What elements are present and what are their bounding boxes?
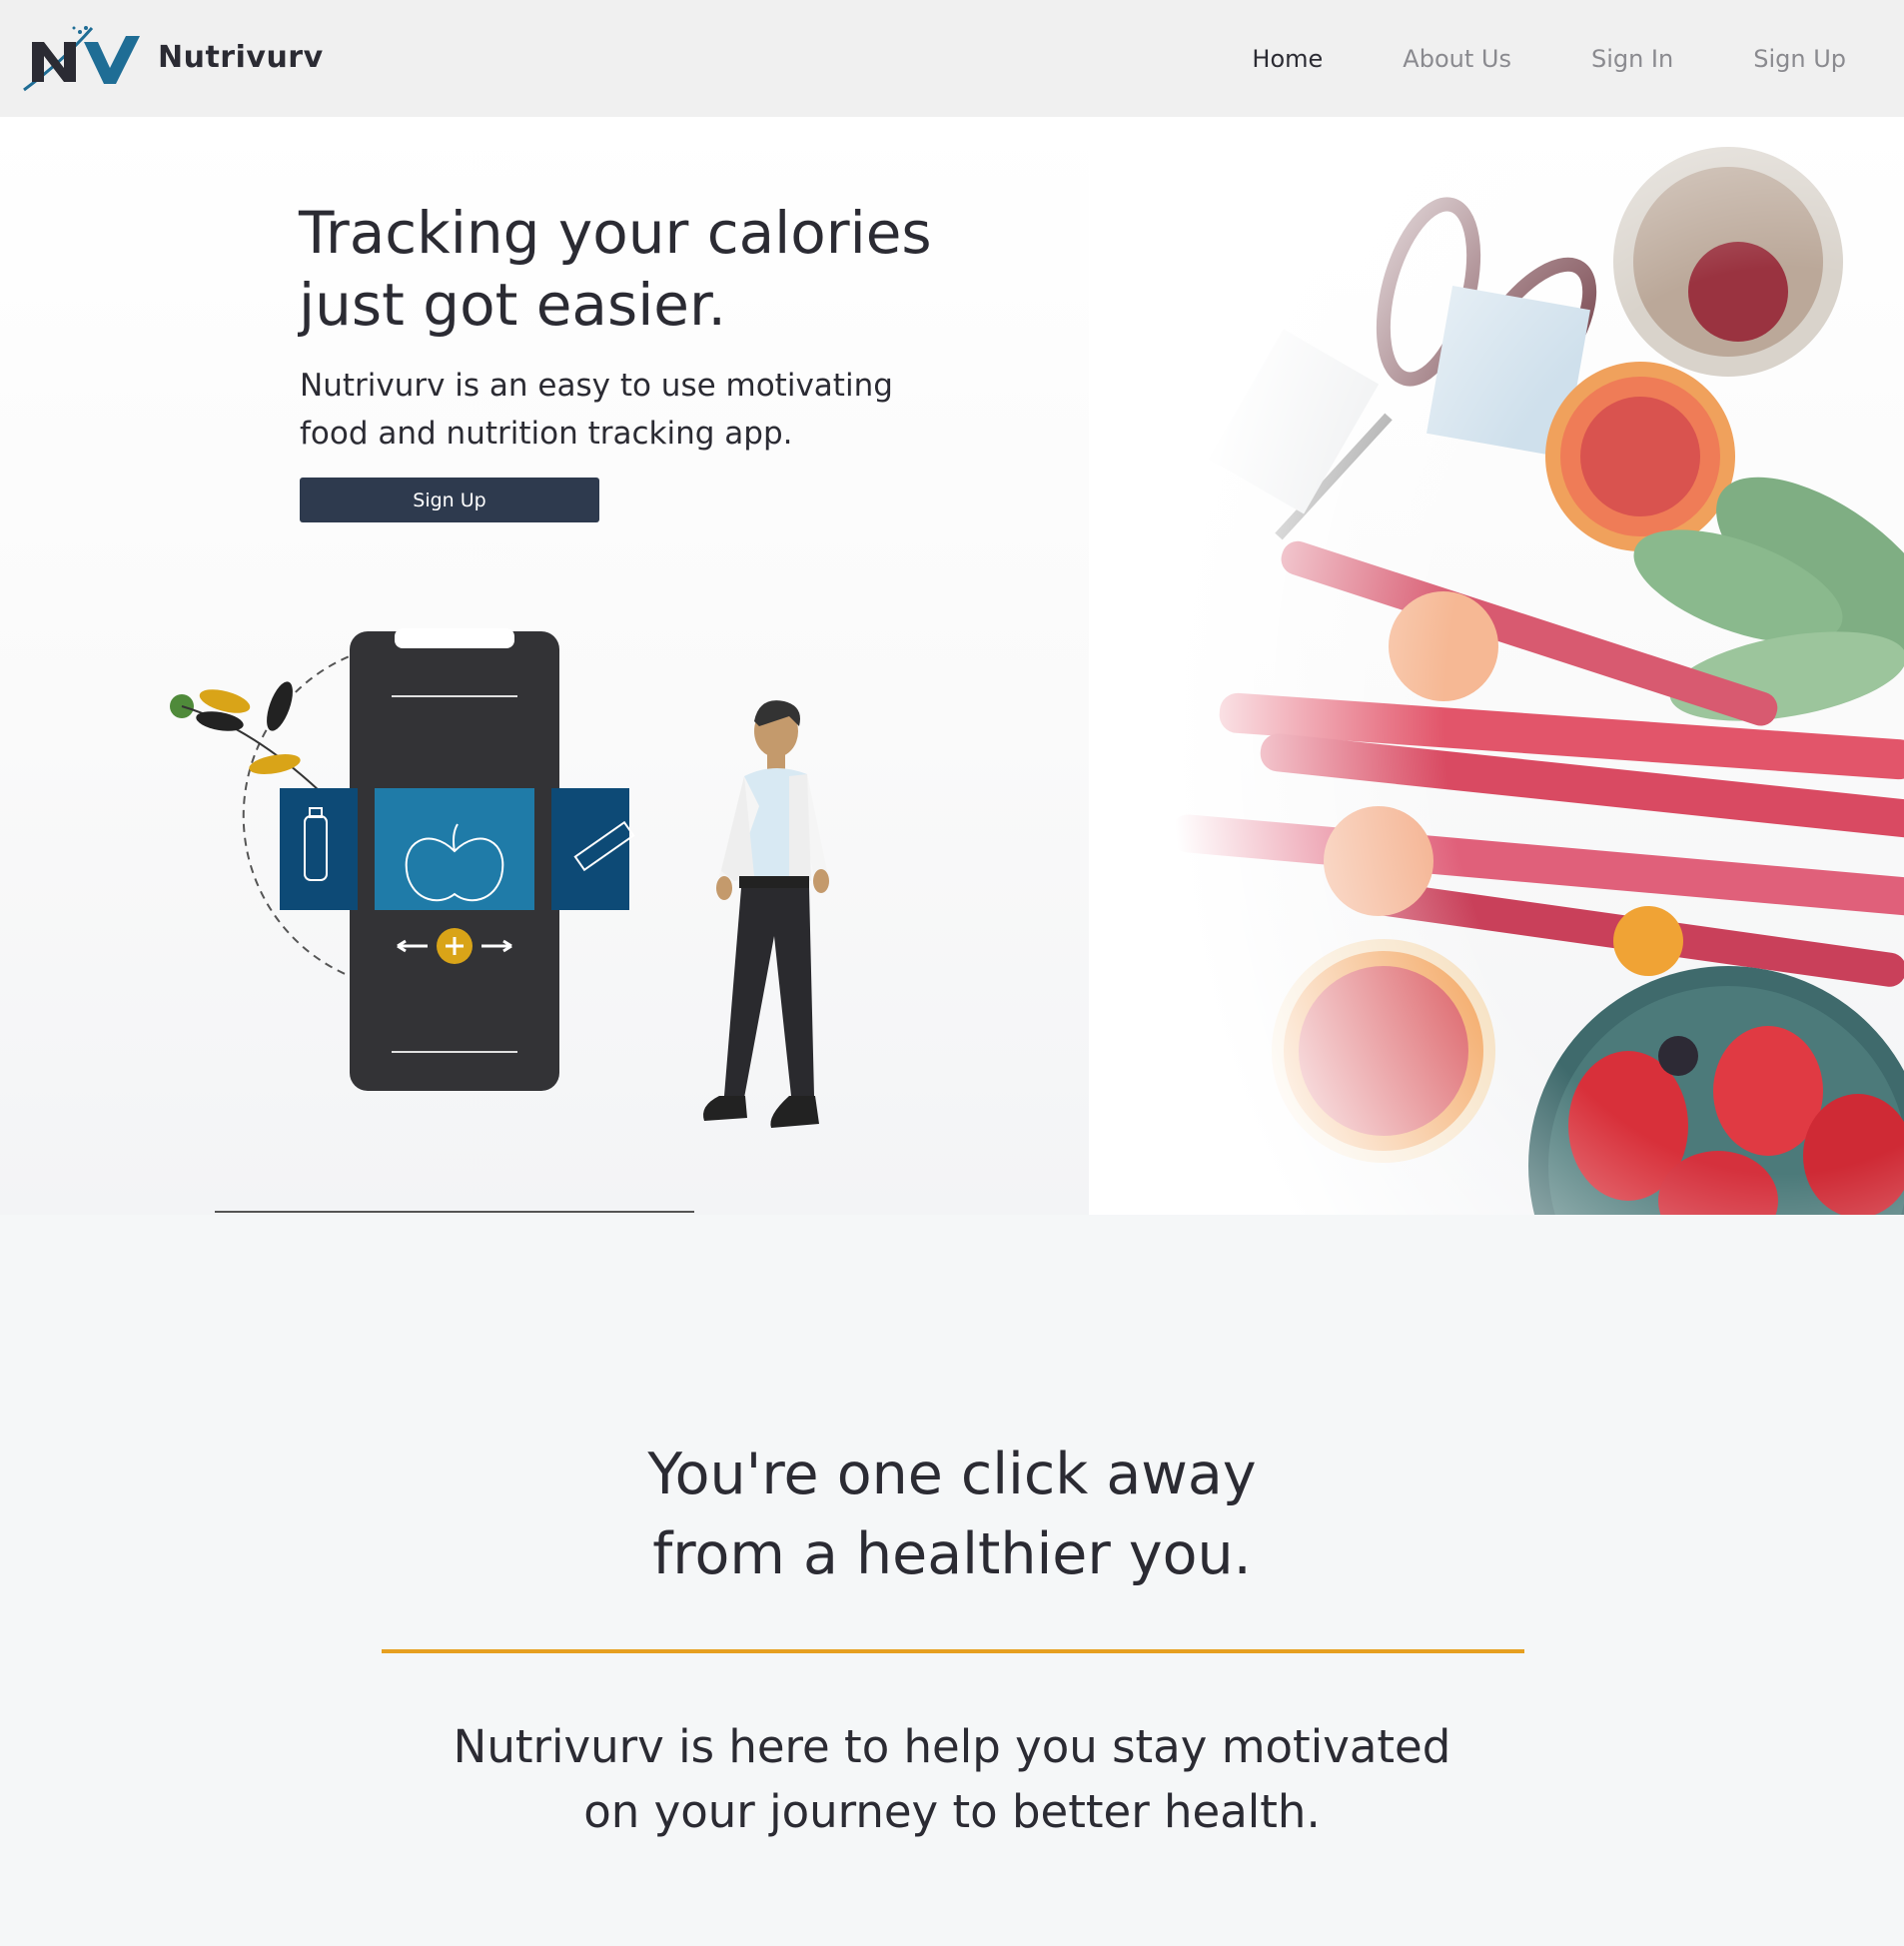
top-navbar: Nutrivurv Home About Us Sign In Sign Up xyxy=(0,0,1904,117)
hero-subtitle: Nutrivurv is an easy to use motivating f… xyxy=(300,362,939,458)
nav-links: Home About Us Sign In Sign Up xyxy=(1172,0,1846,117)
section-title-line: You're one click away xyxy=(647,1442,1257,1507)
hero-subtitle-line: Nutrivurv is an easy to use motivating xyxy=(300,368,893,404)
section-divider xyxy=(382,1649,1524,1653)
brand-name: Nutrivurv xyxy=(158,39,324,75)
nav-sign-in[interactable]: Sign In xyxy=(1591,45,1673,73)
section-title-line: from a healthier you. xyxy=(652,1521,1252,1587)
hero-subtitle-line: food and nutrition tracking app. xyxy=(300,416,793,452)
hero-section: Tracking your calories just got easier. … xyxy=(0,117,1904,1215)
section-title: You're one click away from a healthier y… xyxy=(0,1435,1904,1594)
person-illustration xyxy=(703,700,829,1128)
nav-home[interactable]: Home xyxy=(1252,45,1323,73)
phone-icon xyxy=(280,628,635,1091)
nav-sign-up[interactable]: Sign Up xyxy=(1753,45,1846,73)
section-description: Nutrivurv is here to help you stay motiv… xyxy=(0,1714,1904,1844)
hero-title-line: Tracking your calories xyxy=(299,199,932,267)
hero-title: Tracking your calories just got easier. xyxy=(299,197,1018,341)
section-description-line: Nutrivurv is here to help you stay motiv… xyxy=(453,1720,1451,1773)
motivation-section: You're one click away from a healthier y… xyxy=(0,1215,1904,1946)
hero-sign-up-button[interactable]: Sign Up xyxy=(300,478,599,522)
section-description-line: on your journey to better health. xyxy=(583,1785,1321,1838)
leaf-decoration-icon xyxy=(170,681,321,792)
brand-logo[interactable]: Nutrivurv xyxy=(22,22,324,92)
phone-food-tracking-illustration xyxy=(170,628,829,1213)
nv-logo-icon xyxy=(23,26,140,92)
fruit-vegetables-photo xyxy=(1089,117,1904,1215)
nav-about-us[interactable]: About Us xyxy=(1403,45,1511,73)
hero-title-line: just got easier. xyxy=(299,271,726,339)
